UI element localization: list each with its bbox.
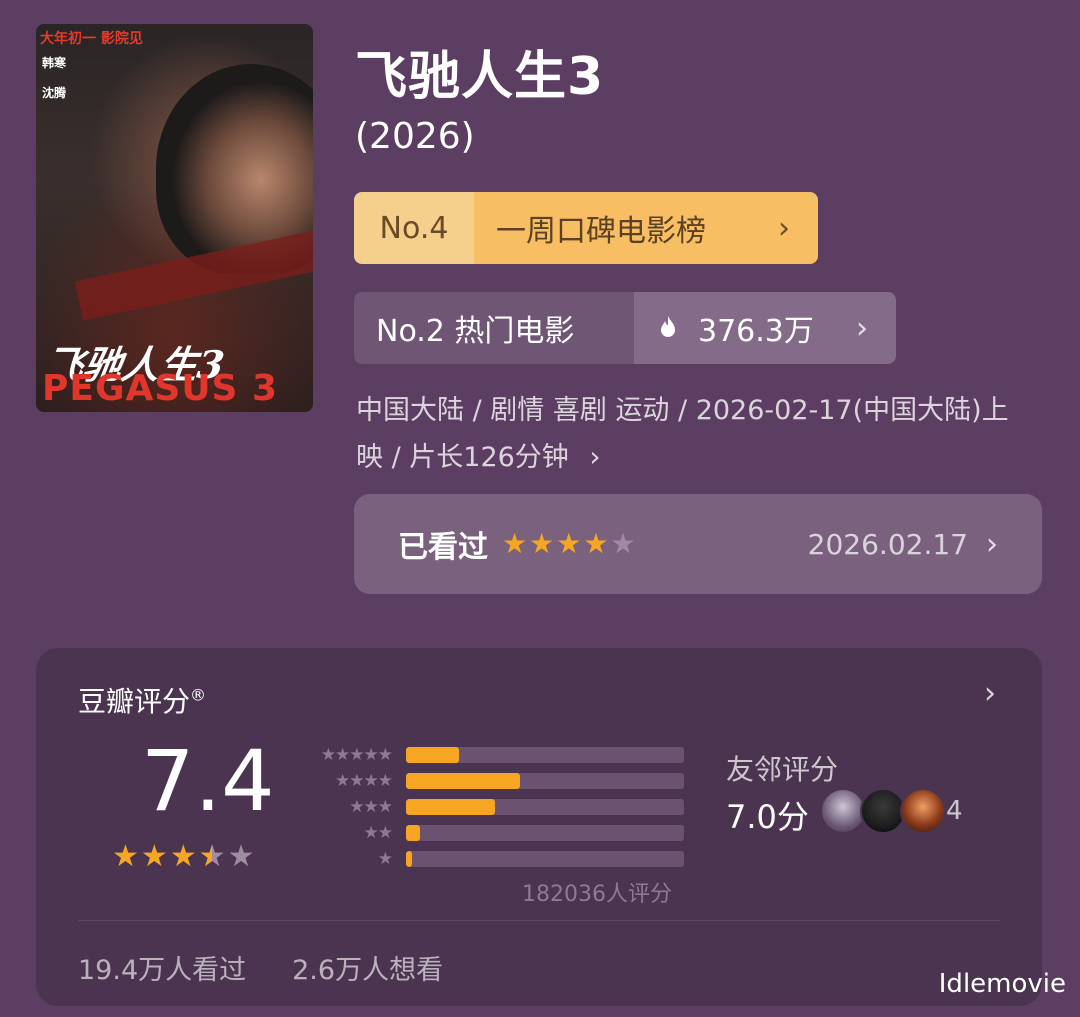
watched-count[interactable]: 19.4万人看过 [78,948,246,987]
dist-row-3: ★★★ [292,794,684,820]
dist-bar-fill [406,851,412,867]
douban-rating-card[interactable]: 豆瓣评分® › 7.4 ★ ★ ★ ★ ★ ★ ★★★★ ★ ★★★ ★ ★★ ★ ★ … [36,648,1042,1006]
dist-stars-label: ★★★★ [335,771,393,791]
star-icon: ★ [227,839,255,874]
star-icon: ★ [140,839,168,874]
star-icon: ★ [529,527,555,560]
star-icon: ★ [610,527,636,560]
neighbors-count: 4 [946,796,963,826]
dist-row-2: ★★ [292,820,684,846]
chevron-right-icon: › [589,440,601,473]
dist-row-4: ★★★★ [292,768,684,794]
watermark: Idlemovie [938,969,1066,999]
neighbors-avatars[interactable] [820,788,946,834]
chevron-right-icon[interactable]: › [984,676,996,711]
star-icon: ★ [112,839,139,874]
movie-meta-text: 中国大陆 / 剧情 喜剧 运动 / 2026-02-17(中国大陆)上映 / 片… [356,395,1009,473]
hot-rank-badge[interactable]: No.2 热门电影 376.3万 › [354,292,896,364]
hot-rank-heat: 376.3万 › [634,292,896,364]
movie-meta[interactable]: 中国大陆 / 剧情 喜剧 运动 / 2026-02-17(中国大陆)上映 / 片… [356,388,1016,481]
rating-score: 7.4 [141,732,275,830]
movie-title: 飞驰人生3 [355,47,605,107]
registered-mark: ® [190,685,207,705]
audience-stats: 19.4万人看过 2.6万人想看 [78,948,443,987]
rating-distribution: ★★★★★ ★★★★ ★★★ ★★ ★ [292,742,684,872]
poster-cast-1: 韩寒 [42,56,67,70]
rating-stars: ★ ★ ★ ★ ★ [112,839,255,874]
dist-bar [406,799,684,815]
poster-tagline: 大年初一 影院见 [40,31,143,47]
rating-count: 182036人评分 [522,882,672,907]
dist-row-1: ★ [292,846,684,872]
dist-bar-fill [406,799,495,815]
dist-row-5: ★★★★★ [292,742,684,768]
avatar[interactable] [900,788,946,834]
chevron-right-icon: › [856,310,868,346]
want-count[interactable]: 2.6万人想看 [292,948,443,987]
chevron-right-icon: › [986,526,998,562]
watched-status-row[interactable]: 已看过 ★ ★ ★ ★ ★ 2026.02.17 › [354,494,1042,594]
flame-icon [661,316,675,337]
chevron-right-icon: › [778,210,790,246]
dist-bar [406,825,684,841]
watched-date: 2026.02.17 [807,527,968,561]
weekly-rank-label: 一周口碑电影榜 [496,214,706,249]
rating-header: 豆瓣评分® [78,680,206,720]
half-star-icon: ★ [199,842,226,873]
dist-bar [406,851,684,867]
divider [78,920,1000,921]
star-icon: ★ [502,527,528,560]
dist-bar-fill [406,773,520,789]
dist-stars-label: ★★★ [349,797,393,817]
weekly-rank-number: No.4 [354,192,474,264]
poster-en-title: PEGASUS 3 [42,368,279,409]
dist-bar-fill [406,825,420,841]
poster-cast-2: 沈腾 [42,86,67,100]
star-icon: ★ [583,527,609,560]
my-rating-stars: ★ ★ ★ ★ ★ [502,530,636,558]
hot-rank-heat-value: 376.3万 [698,314,814,349]
watched-label: 已看过 [398,530,488,565]
dist-stars-label: ★★ [363,823,393,843]
dist-stars-label: ★ [377,849,393,869]
movie-poster[interactable]: 大年初一 影院见 韩寒 沈腾 飞驰人生3 PEGASUS 3 [36,24,313,412]
neighbors-rating-score: 7.0分 [726,798,809,836]
hot-rank-label: No.2 热门电影 [354,292,634,364]
rating-header-label: 豆瓣评分 [78,685,191,718]
dist-bar [406,747,684,763]
dist-bar [406,773,684,789]
dist-stars-label: ★★★★★ [320,745,393,765]
movie-year: (2026) [355,116,475,157]
weekly-rank-badge[interactable]: No.4 一周口碑电影榜 › [354,192,818,264]
weekly-rank-label-row: 一周口碑电影榜 › [474,192,818,264]
star-icon: ★ [169,839,197,874]
neighbors-rating-label: 友邻评分 [726,753,839,786]
star-icon: ★ [556,527,582,560]
dist-bar-fill [406,747,459,763]
